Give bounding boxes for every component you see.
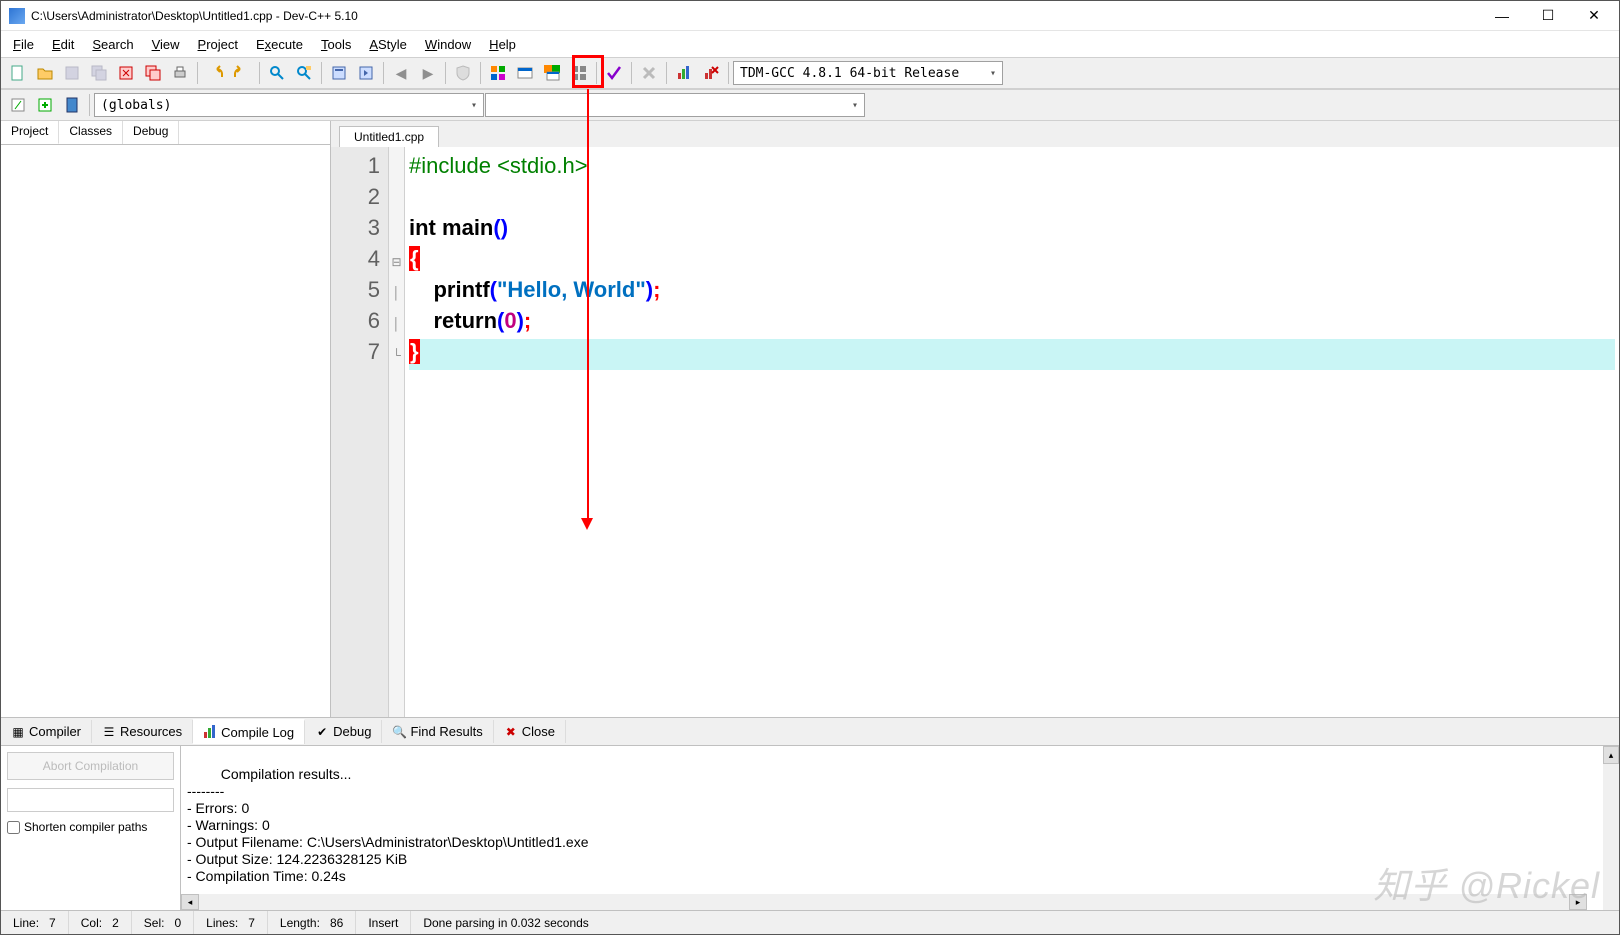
tab-compile-log[interactable]: Compile Log [193,719,305,744]
search-icon: 🔍 [392,725,406,739]
menu-tools[interactable]: Tools [313,35,359,54]
tab-debug-bottom[interactable]: ✔Debug [305,720,382,743]
compile-status-field[interactable] [7,788,174,812]
menu-help[interactable]: Help [481,35,524,54]
tab-debug-left[interactable]: Debug [123,121,179,144]
rebuild-icon[interactable] [566,60,592,86]
content-area: Project Classes Debug Untitled1.cpp 1 2 … [1,121,1619,717]
window-title: C:\Users\Administrator\Desktop\Untitled1… [31,9,1479,23]
tab-close-bottom[interactable]: ✖Close [494,720,566,743]
maximize-button[interactable]: ☐ [1525,1,1571,31]
goto-bookmark-icon[interactable] [353,60,379,86]
open-file-icon[interactable] [32,60,58,86]
scrollbar-horizontal[interactable]: ◂▸ [181,894,1587,910]
status-mode: Insert [356,911,411,934]
menubar: File Edit Search View Project Execute To… [1,31,1619,57]
minimize-button[interactable]: — [1479,1,1525,31]
editor-panel: Untitled1.cpp 1 2 3 4 5 6 7 ⊟ │ │ └ #inc… [331,121,1619,717]
find-icon[interactable] [264,60,290,86]
editor-tab-active[interactable]: Untitled1.cpp [339,126,439,147]
delete-profile-icon[interactable] [698,60,724,86]
compile-run-icon[interactable] [539,60,565,86]
line-number-gutter: 1 2 3 4 5 6 7 [331,147,389,717]
status-message: Done parsing in 0.032 seconds [411,911,1619,934]
bookmark-list-icon[interactable] [59,92,85,118]
debug-check-icon[interactable] [601,60,627,86]
editor-body[interactable]: 1 2 3 4 5 6 7 ⊟ │ │ └ #include <stdio.h>… [331,147,1619,717]
profile-icon[interactable] [671,60,697,86]
tab-classes[interactable]: Classes [59,121,123,144]
status-line: Line: 7 [1,911,69,934]
left-panel: Project Classes Debug [1,121,331,717]
close-all-icon[interactable] [140,60,166,86]
add-file-icon[interactable] [32,92,58,118]
app-icon [9,8,25,24]
status-lines: Lines: 7 [194,911,268,934]
new-proj-icon[interactable] [5,92,31,118]
save-icon[interactable] [59,60,85,86]
scrollbar-vertical[interactable]: ▴ [1603,746,1619,910]
scope-select[interactable]: (globals) [94,93,484,117]
check-icon: ✔ [315,725,329,739]
toolbar-secondary: (globals) [1,89,1619,121]
nav-back-icon[interactable]: ◀ [388,60,414,86]
new-file-icon[interactable] [5,60,31,86]
menu-file[interactable]: File [5,35,42,54]
fold-gutter: ⊟ │ │ └ [389,147,405,717]
toggle-bookmark-icon[interactable] [326,60,352,86]
grid-icon: ▦ [11,725,25,739]
titlebar: C:\Users\Administrator\Desktop\Untitled1… [1,1,1619,31]
compile-log-text: Compilation results... -------- - Errors… [187,766,589,884]
tab-resources[interactable]: ☰Resources [92,720,193,743]
menu-edit[interactable]: Edit [44,35,82,54]
status-col: Col: 2 [69,911,132,934]
redo-icon[interactable] [229,60,255,86]
compiler-select[interactable]: TDM-GCC 4.8.1 64-bit Release [733,61,1003,85]
annotation-arrow-head [581,518,593,530]
nav-forward-icon[interactable]: ▶ [415,60,441,86]
left-panel-tabs: Project Classes Debug [1,121,330,145]
compile-controls: Abort Compilation Shorten compiler paths [1,746,181,910]
run-icon[interactable] [512,60,538,86]
x-icon: ✖ [504,725,518,739]
replace-icon[interactable] [291,60,317,86]
bottom-tabs: ▦Compiler ☰Resources Compile Log ✔Debug … [1,717,1619,745]
statusbar: Line: 7 Col: 2 Sel: 0 Lines: 7 Length: 8… [1,910,1619,934]
menu-astyle[interactable]: AStyle [361,35,415,54]
close-file-icon[interactable] [113,60,139,86]
toolbar-main: ◀ ▶ TDM-GCC 4.8.1 64-bit Release [1,57,1619,89]
compile-log-output[interactable]: Compilation results... -------- - Errors… [181,746,1603,910]
menu-search[interactable]: Search [84,35,141,54]
close-button[interactable]: ✕ [1571,1,1617,31]
editor-tabs: Untitled1.cpp [331,121,1619,147]
member-select[interactable] [485,93,865,117]
menu-view[interactable]: View [144,35,188,54]
annotation-arrow [587,89,589,521]
shorten-paths-checkbox[interactable]: Shorten compiler paths [7,820,174,834]
menu-project[interactable]: Project [190,35,246,54]
compile-icon[interactable] [485,60,511,86]
undo-icon[interactable] [202,60,228,86]
menu-execute[interactable]: Execute [248,35,311,54]
status-sel: Sel: 0 [132,911,194,934]
tab-compiler[interactable]: ▦Compiler [1,720,92,743]
print-icon[interactable] [167,60,193,86]
left-panel-body [1,145,330,717]
tab-project[interactable]: Project [1,121,59,144]
bars-icon [203,725,217,739]
shield-icon[interactable] [450,60,476,86]
tab-find-results[interactable]: 🔍Find Results [382,720,493,743]
menu-window[interactable]: Window [417,35,479,54]
bottom-panel: Abort Compilation Shorten compiler paths… [1,745,1619,910]
stack-icon: ☰ [102,725,116,739]
save-all-icon[interactable] [86,60,112,86]
status-length: Length: 86 [268,911,356,934]
stop-icon[interactable] [636,60,662,86]
abort-compilation-button[interactable]: Abort Compilation [7,752,174,780]
